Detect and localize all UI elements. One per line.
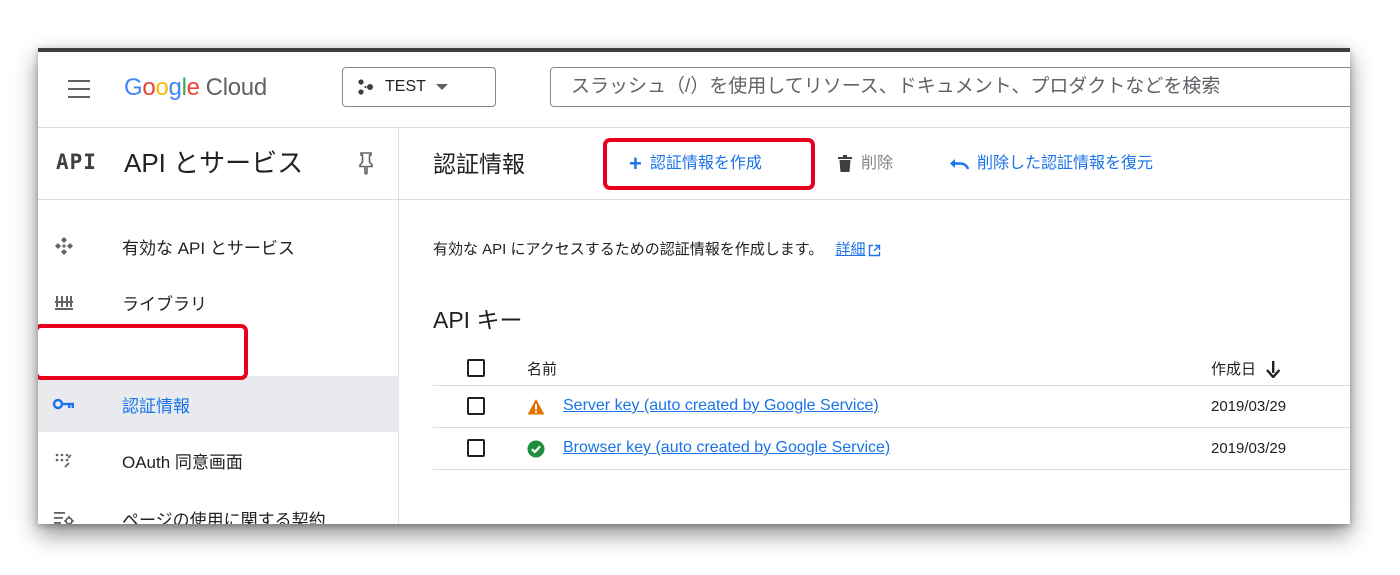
logo-product: Cloud (205, 74, 268, 101)
key-icon (52, 392, 76, 416)
created-date: 2019/03/29 (1211, 440, 1287, 457)
library-icon (52, 290, 76, 314)
restore-deleted-credentials-button[interactable]: 削除した認証情報を復元 (949, 152, 1153, 176)
create-credentials-label: 認証情報を作成 (649, 155, 762, 172)
search-input[interactable] (550, 67, 1350, 107)
row-checkbox[interactable] (467, 439, 485, 457)
restore-label: 削除した認証情報を復元 (977, 155, 1154, 172)
api-keys-table: 名前 作成日 Server key (auto created by Googl… (433, 350, 1350, 470)
logo-letter: g (168, 74, 182, 101)
external-link-icon (868, 244, 881, 257)
delete-label: 削除 (861, 155, 894, 172)
sort-arrow-down-icon (1266, 360, 1281, 378)
sidebar-item-library[interactable]: ライブラリ (38, 274, 399, 330)
sidebar-item-label: ライブラリ (122, 294, 207, 314)
sidebar-item-label: OAuth 同意画面 (122, 452, 243, 472)
undo-icon (949, 157, 969, 171)
description: 有効な API にアクセスするための認証情報を作成します。 詳細 (433, 238, 881, 259)
console-window: GoogleCloud TEST API API とサービス (38, 48, 1350, 524)
trash-icon (837, 155, 853, 173)
table-row: Browser key (auto created by Google Serv… (433, 428, 1350, 470)
column-header-created[interactable]: 作成日 (1211, 358, 1281, 379)
project-icon (357, 79, 377, 95)
logo-letter: G (124, 74, 143, 101)
delete-button[interactable]: 削除 (837, 152, 893, 176)
description-text: 有効な API にアクセスするための認証情報を作成します。 (433, 241, 824, 258)
sidebar-item-label: 認証情報 (122, 396, 190, 416)
google-cloud-logo[interactable]: Google Cloud (124, 72, 267, 104)
warning-icon (527, 398, 545, 416)
pin-icon[interactable] (356, 150, 376, 176)
top-bar: Google Cloud TEST (38, 52, 1350, 128)
details-link[interactable]: 詳細 (835, 241, 881, 258)
table-header-row: 名前 作成日 (433, 350, 1350, 386)
table-row: Server key (auto created by Google Servi… (433, 386, 1350, 428)
plus-icon: + (629, 151, 642, 176)
menu-icon[interactable] (68, 80, 90, 98)
select-all-checkbox[interactable] (467, 359, 485, 377)
api-key-link[interactable]: Server key (auto created by Google Servi… (563, 397, 879, 415)
sidebar-header: API API とサービス (38, 128, 398, 200)
page-settings-icon (52, 506, 76, 524)
section-title: API キー (433, 307, 523, 333)
sidebar-item-label: ページの使用に関する契約 (122, 510, 326, 525)
column-header-name[interactable]: 名前 (527, 358, 557, 379)
project-name: TEST (385, 78, 426, 95)
page-title: 認証情報 (433, 151, 525, 177)
create-credentials-button[interactable]: + 認証情報を作成 (629, 152, 762, 176)
toolbar: 認証情報 + 認証情報を作成 削除 削除した認証情報を復元 (399, 128, 1350, 200)
check-circle-icon (527, 440, 545, 458)
created-date: 2019/03/29 (1211, 398, 1287, 415)
api-key-link[interactable]: Browser key (auto created by Google Serv… (563, 439, 890, 457)
main-content: 認証情報 + 認証情報を作成 削除 削除した認証情報を復元 有効な API にア… (399, 128, 1350, 524)
sidebar-item-label: 有効な API とサービス (122, 238, 295, 258)
oauth-consent-icon (52, 448, 76, 472)
project-selector[interactable]: TEST (342, 67, 496, 107)
sidebar-item-credentials[interactable]: 認証情報 (38, 376, 399, 432)
sidebar-item-page-usage-agreements[interactable]: ページの使用に関する契約 (38, 490, 399, 524)
details-link-label: 詳細 (835, 241, 866, 258)
logo-letter: o (155, 74, 169, 101)
sidebar-title: API とサービス (124, 148, 304, 178)
sidebar: API API とサービス 有効な API とサービス ライブラリ 認証情報 O… (38, 128, 399, 524)
sidebar-item-enabled-apis[interactable]: 有効な API とサービス (38, 218, 399, 274)
logo-letter: e (186, 74, 200, 101)
chevron-down-icon (435, 84, 448, 90)
column-header-created-label: 作成日 (1211, 361, 1257, 378)
logo-letter: o (142, 74, 156, 101)
hub-icon (52, 234, 76, 258)
api-badge-icon: API (56, 150, 97, 174)
row-checkbox[interactable] (467, 397, 485, 415)
sidebar-item-oauth-consent[interactable]: OAuth 同意画面 (38, 432, 399, 488)
